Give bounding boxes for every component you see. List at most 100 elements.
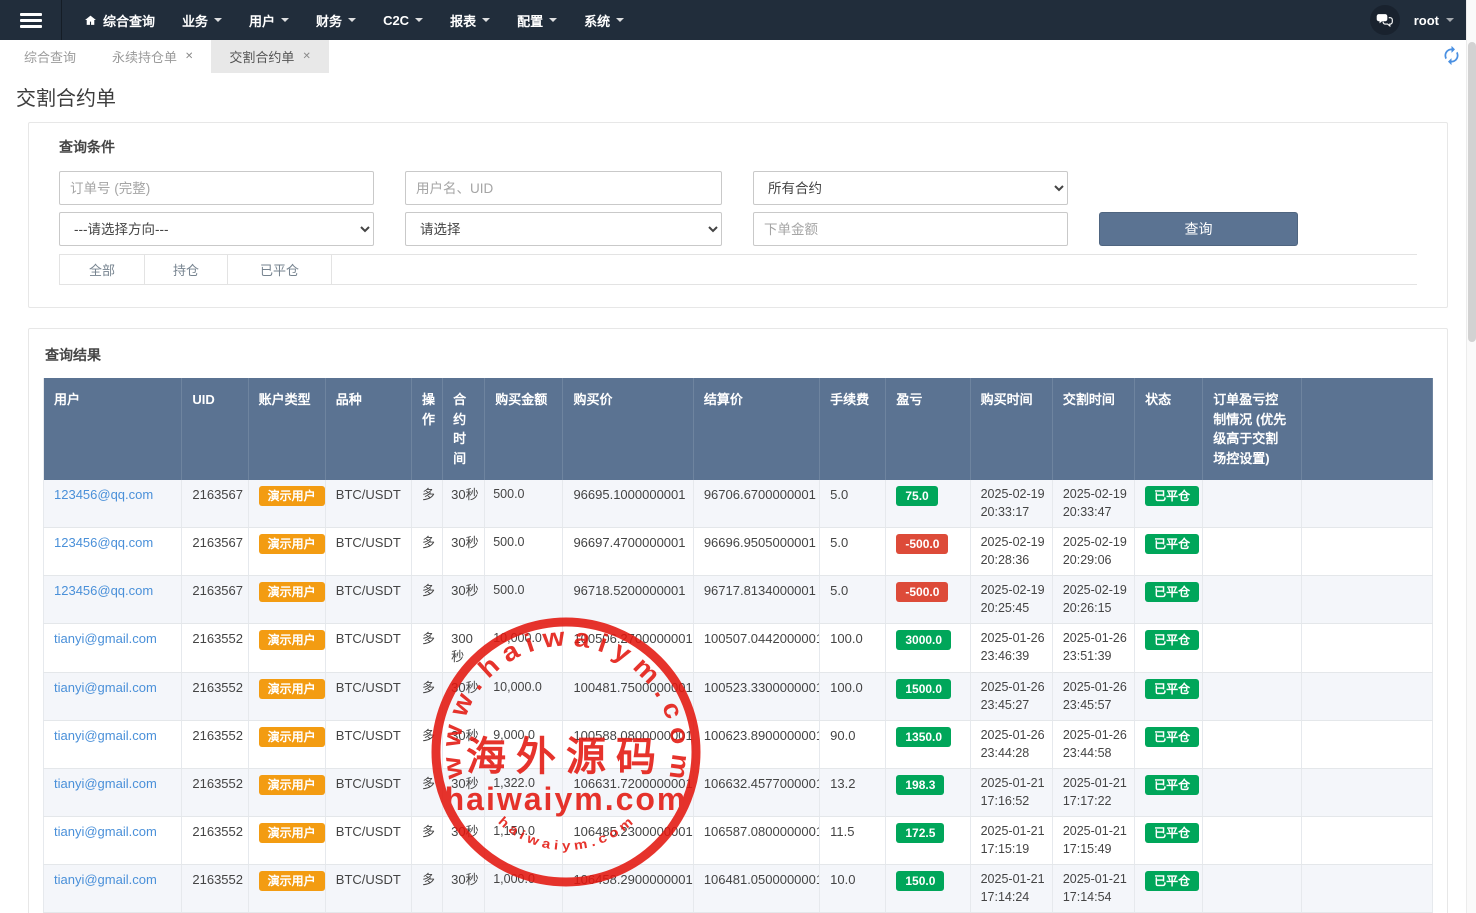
account-type-badge: 演示用户	[259, 582, 325, 602]
user-link[interactable]: tianyi@gmail.com	[54, 631, 157, 646]
cell-account-type: 演示用户	[248, 721, 325, 769]
profit-badge: 75.0	[896, 486, 937, 506]
scrollbar-thumb[interactable]	[1468, 42, 1476, 342]
nav-item-system[interactable]: 系统	[584, 11, 624, 30]
profit-badge: 1500.0	[896, 679, 951, 699]
order-number-input[interactable]	[59, 171, 374, 205]
cell-settle-time: 2025-02-1920:29:06	[1052, 528, 1134, 576]
user-menu[interactable]: root	[1414, 13, 1454, 28]
cell-buy-time: 2025-01-2117:15:19	[970, 817, 1052, 865]
filter-tab-closed[interactable]: 已平仓	[228, 255, 332, 284]
messages-button[interactable]	[1370, 5, 1400, 35]
nav-item-business[interactable]: 业务	[182, 11, 222, 30]
cell-status: 已平仓	[1135, 865, 1203, 913]
profit-badge: 150.0	[896, 871, 944, 891]
cell-user: tianyi@gmail.com	[44, 673, 182, 721]
search-button[interactable]: 查询	[1099, 212, 1298, 246]
cell-control	[1203, 769, 1301, 817]
cell-direction: 多	[412, 769, 443, 817]
cell-profit: 1500.0	[886, 673, 970, 721]
page-scrollbar[interactable]	[1466, 0, 1476, 913]
cell-uid: 2163552	[182, 817, 248, 865]
cell-amount: 500.0	[485, 528, 563, 576]
cell-fee: 13.2	[820, 769, 886, 817]
cell-control	[1203, 576, 1301, 624]
results-panel: 查询结果 用户UID账户类型品种操作合约时间购买金额购买价结算价手续费盈亏购买时…	[28, 328, 1448, 913]
profit-badge: 172.5	[896, 823, 944, 843]
refresh-button[interactable]	[1440, 45, 1462, 67]
results-panel-title: 查询结果	[45, 345, 1433, 365]
col-header-buy-time: 购买时间	[970, 378, 1052, 480]
nav-item-c2c[interactable]: C2C	[383, 13, 423, 28]
cell-buy-time: 2025-01-2117:16:52	[970, 769, 1052, 817]
nav-item-users[interactable]: 用户	[249, 11, 289, 30]
cell-period: 30秒	[443, 721, 485, 769]
cell-control	[1203, 624, 1301, 673]
cell-direction: 多	[412, 624, 443, 673]
cell-account-type: 演示用户	[248, 817, 325, 865]
col-header-settle-time: 交割时间	[1052, 378, 1134, 480]
account-type-badge: 演示用户	[259, 679, 325, 699]
cell-extra	[1301, 673, 1432, 721]
nav-item-overview[interactable]: 综合查询	[84, 11, 155, 30]
cell-fee: 5.0	[820, 528, 886, 576]
close-icon[interactable]: ✕	[302, 52, 310, 62]
table-row: tianyi@gmail.com2163552演示用户BTC/USDT多30秒1…	[44, 865, 1433, 913]
status-select[interactable]: 请选择	[405, 212, 722, 246]
tab-perpetual-positions[interactable]: 永续持仓单✕	[94, 40, 211, 73]
cell-status: 已平仓	[1135, 673, 1203, 721]
cell-symbol: BTC/USDT	[325, 576, 411, 624]
chevron-down-icon	[616, 18, 624, 22]
cell-profit: 150.0	[886, 865, 970, 913]
cell-settle-price: 96717.8134000001	[693, 576, 819, 624]
cell-uid: 2163552	[182, 769, 248, 817]
chevron-down-icon	[1446, 18, 1454, 22]
user-link[interactable]: tianyi@gmail.com	[54, 728, 157, 743]
cell-amount: 500.0	[485, 480, 563, 528]
col-header-symbol: 品种	[325, 378, 411, 480]
cell-buy-price: 106458.2900000001	[563, 865, 693, 913]
close-icon[interactable]: ✕	[185, 52, 193, 62]
user-uid-input[interactable]	[405, 171, 722, 205]
user-link[interactable]: 123456@qq.com	[54, 487, 153, 502]
filter-tab-all[interactable]: 全部	[59, 255, 145, 284]
contract-select[interactable]: 所有合约	[753, 171, 1068, 205]
tab-delivery-contracts[interactable]: 交割合约单✕	[211, 40, 328, 73]
query-panel-title: 查询条件	[59, 137, 1417, 157]
tab-overview[interactable]: 综合查询	[6, 40, 94, 73]
cell-period: 30秒	[443, 480, 485, 528]
account-type-badge: 演示用户	[259, 775, 325, 795]
cell-buy-time: 2025-02-1920:25:45	[970, 576, 1052, 624]
profit-badge: 1350.0	[896, 727, 951, 747]
cell-settle-time: 2025-01-2623:51:39	[1052, 624, 1134, 673]
nav-item-config[interactable]: 配置	[517, 11, 557, 30]
table-row: tianyi@gmail.com2163552演示用户BTC/USDT多30秒1…	[44, 817, 1433, 865]
query-panel: 查询条件 所有合约 ---请选择方向--- 请选择 查询 全部持仓已平仓	[28, 122, 1448, 308]
cell-status: 已平仓	[1135, 480, 1203, 528]
table-header-row: 用户UID账户类型品种操作合约时间购买金额购买价结算价手续费盈亏购买时间交割时间…	[44, 378, 1433, 480]
sidebar-toggle[interactable]	[0, 0, 62, 40]
filter-tab-holding[interactable]: 持仓	[145, 255, 228, 284]
chevron-down-icon	[281, 18, 289, 22]
nav-item-finance[interactable]: 财务	[316, 11, 356, 30]
refresh-icon	[1441, 45, 1462, 66]
user-link[interactable]: tianyi@gmail.com	[54, 776, 157, 791]
user-link[interactable]: tianyi@gmail.com	[54, 824, 157, 839]
nav-item-label: C2C	[383, 13, 409, 28]
home-icon	[84, 14, 97, 27]
col-header-period: 合约时间	[443, 378, 485, 480]
nav-item-label: 配置	[517, 11, 543, 30]
cell-buy-price: 96718.5200000001	[563, 576, 693, 624]
nav-item-reports[interactable]: 报表	[450, 11, 490, 30]
cell-buy-time: 2025-01-2623:44:28	[970, 721, 1052, 769]
direction-select[interactable]: ---请选择方向---	[59, 212, 374, 246]
user-link[interactable]: tianyi@gmail.com	[54, 872, 157, 887]
cell-settle-price: 106481.0500000001	[693, 865, 819, 913]
user-link[interactable]: 123456@qq.com	[54, 583, 153, 598]
cell-extra	[1301, 576, 1432, 624]
cell-symbol: BTC/USDT	[325, 528, 411, 576]
amount-input[interactable]	[753, 212, 1068, 246]
user-link[interactable]: 123456@qq.com	[54, 535, 153, 550]
user-link[interactable]: tianyi@gmail.com	[54, 680, 157, 695]
cell-amount: 500.0	[485, 576, 563, 624]
